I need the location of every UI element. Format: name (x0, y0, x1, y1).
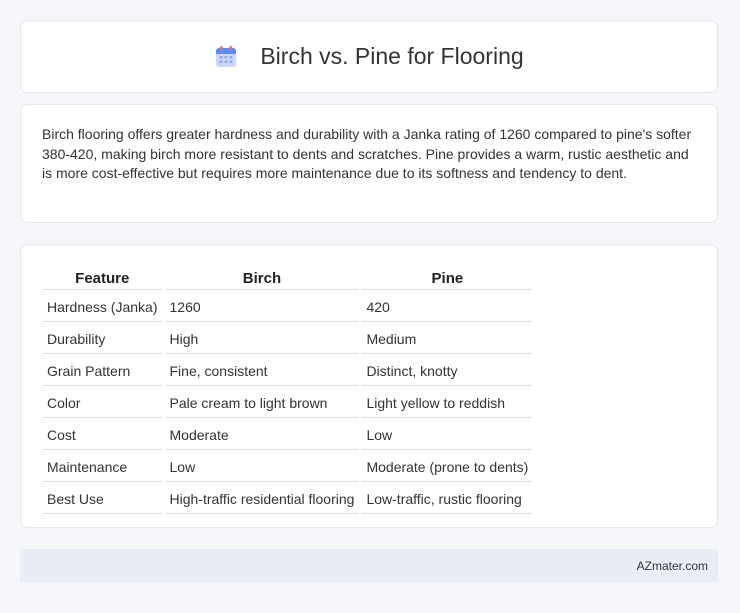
row-feature: Color (43, 388, 162, 418)
row-feature: Best Use (43, 484, 162, 514)
table-row: Maintenance Low Moderate (prone to dents… (43, 452, 533, 482)
page-title: Birch vs. Pine for Flooring (260, 43, 524, 69)
row-birch: 1260 (165, 292, 359, 322)
header-birch: Birch (165, 265, 359, 290)
table-row: Cost Moderate Low (43, 420, 533, 450)
row-pine: Distinct, knotty (362, 356, 533, 386)
table-header-row: Feature Birch Pine (43, 265, 533, 290)
table-row: Grain Pattern Fine, consistent Distinct,… (43, 356, 533, 386)
row-feature: Cost (43, 420, 162, 450)
row-pine: 420 (362, 292, 533, 322)
row-birch: Fine, consistent (165, 356, 359, 386)
table-row: Color Pale cream to light brown Light ye… (43, 388, 533, 418)
row-feature: Grain Pattern (43, 356, 162, 386)
row-birch: High (165, 324, 359, 354)
table-row: Hardness (Janka) 1260 420 (43, 292, 533, 322)
calendar-icon (214, 45, 238, 69)
footer-source: AZmater.com (636, 558, 708, 573)
title-card: Birch vs. Pine for Flooring (20, 20, 718, 93)
summary-card: Birch flooring offers greater hardness a… (20, 104, 718, 223)
row-pine: Moderate (prone to dents) (362, 452, 533, 482)
row-pine: Low (362, 420, 533, 450)
row-feature: Hardness (Janka) (43, 292, 162, 322)
comparison-card: Feature Birch Pine Hardness (Janka) 1260… (20, 244, 718, 528)
row-birch: Moderate (165, 420, 359, 450)
table-row: Durability High Medium (43, 324, 533, 354)
comparison-table: Feature Birch Pine Hardness (Janka) 1260… (39, 263, 536, 516)
row-pine: Light yellow to reddish (362, 388, 533, 418)
table-row: Best Use High-traffic residential floori… (43, 484, 533, 514)
row-birch: Low (165, 452, 359, 482)
row-pine: Low-traffic, rustic flooring (362, 484, 533, 514)
summary-text: Birch flooring offers greater hardness a… (42, 126, 692, 181)
row-birch: High-traffic residential flooring (165, 484, 359, 514)
header-pine: Pine (362, 265, 533, 290)
row-feature: Durability (43, 324, 162, 354)
row-feature: Maintenance (43, 452, 162, 482)
footer-bar: AZmater.com (20, 549, 718, 582)
row-pine: Medium (362, 324, 533, 354)
row-birch: Pale cream to light brown (165, 388, 359, 418)
header-feature: Feature (43, 265, 162, 290)
